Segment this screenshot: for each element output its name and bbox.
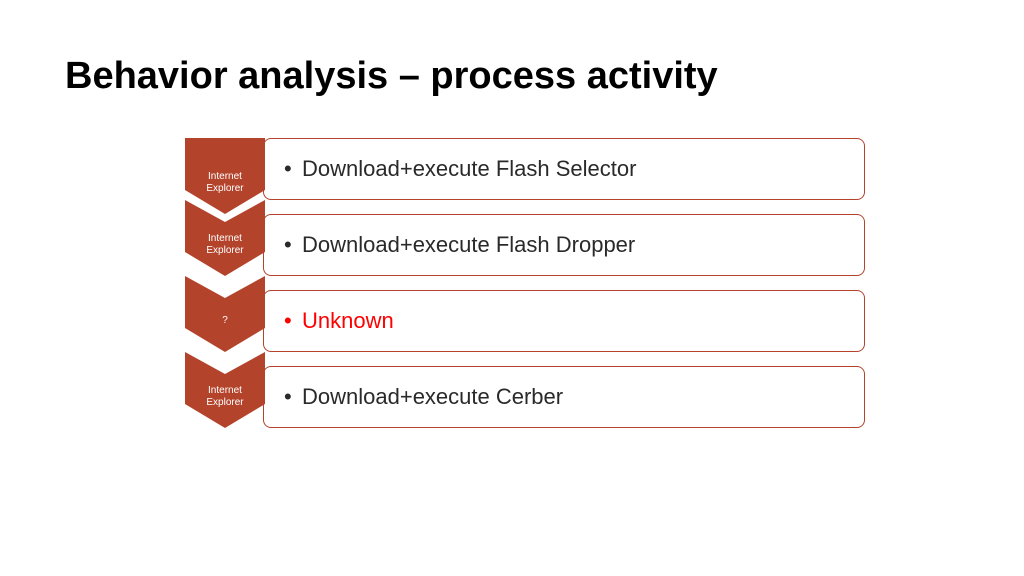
bullet-icon: • xyxy=(284,156,302,182)
step-text: Download+execute Flash Selector xyxy=(302,156,636,182)
chevron: Internet Explorer xyxy=(185,138,265,200)
chevron: Internet Explorer xyxy=(185,352,265,428)
bullet-icon: • xyxy=(284,232,302,258)
bullet-icon: • xyxy=(284,308,302,334)
chevron: ? xyxy=(185,276,265,352)
chevron-label: Internet Explorer xyxy=(185,200,265,276)
process-flow: Internet Explorer • Download+execute Fla… xyxy=(185,138,865,442)
chevron-label: ? xyxy=(185,276,265,352)
step-text: Unknown xyxy=(302,308,394,334)
step-content: • Download+execute Flash Dropper xyxy=(263,214,865,276)
flow-step: ? • Unknown xyxy=(185,290,865,352)
step-content: • Download+execute Cerber xyxy=(263,366,865,428)
flow-step: Internet Explorer • Download+execute Fla… xyxy=(185,138,865,200)
chevron: Internet Explorer xyxy=(185,200,265,276)
bullet-icon: • xyxy=(284,384,302,410)
flow-step: Internet Explorer • Download+execute Fla… xyxy=(185,214,865,276)
chevron-label: Internet Explorer xyxy=(185,352,265,428)
step-content: • Unknown xyxy=(263,290,865,352)
slide: Behavior analysis – process activity Int… xyxy=(0,0,1024,576)
step-text: Download+execute Flash Dropper xyxy=(302,232,635,258)
step-text: Download+execute Cerber xyxy=(302,384,563,410)
step-content: • Download+execute Flash Selector xyxy=(263,138,865,200)
slide-title: Behavior analysis – process activity xyxy=(65,55,959,98)
flow-step: Internet Explorer • Download+execute Cer… xyxy=(185,366,865,428)
